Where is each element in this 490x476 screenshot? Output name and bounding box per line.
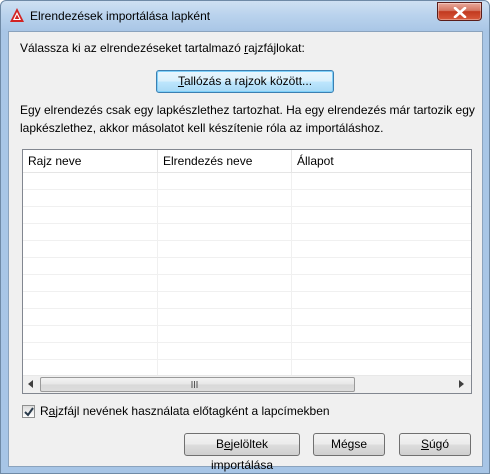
table-row[interactable]: [23, 173, 471, 190]
use-filename-prefix-label[interactable]: Rajzfájl nevének használata előtagként a…: [40, 404, 330, 418]
window-title: Elrendezések importálása lapként: [30, 9, 211, 23]
table-row[interactable]: [23, 343, 471, 360]
table-cell: [23, 173, 158, 190]
column-header-status[interactable]: Állapot: [292, 150, 471, 172]
table-row[interactable]: [23, 207, 471, 224]
table-cell: [292, 275, 471, 292]
horizontal-scrollbar[interactable]: [23, 375, 471, 393]
table-cell: [292, 326, 471, 343]
column-header-layout-name[interactable]: Elrendezés neve: [158, 150, 292, 172]
table-cell: [158, 241, 292, 258]
table-cell: [23, 343, 158, 360]
scroll-left-button[interactable]: [23, 376, 40, 393]
table-cell: [158, 343, 292, 360]
scroll-right-arrow-icon: [459, 380, 464, 388]
table-row[interactable]: [23, 258, 471, 275]
table-row[interactable]: [23, 241, 471, 258]
table-cell: [292, 224, 471, 241]
table-cell: [23, 190, 158, 207]
table-cell: [158, 207, 292, 224]
table-cell: [158, 275, 292, 292]
table-cell: [292, 309, 471, 326]
layouts-listview[interactable]: Rajz neve Elrendezés neve Állapot: [22, 149, 472, 394]
table-cell: [23, 309, 158, 326]
info-text-line1: Egy elrendezés csak egy lapkészlethez ta…: [20, 103, 475, 117]
table-cell: [292, 343, 471, 360]
checkmark-icon: [24, 407, 34, 417]
table-cell: [158, 190, 292, 207]
import-checked-button[interactable]: Bejelöltek importálása: [184, 433, 300, 472]
close-button[interactable]: [437, 2, 482, 21]
listview-header: Rajz neve Elrendezés neve Állapot: [23, 150, 471, 173]
table-cell: [158, 173, 292, 190]
dialog-window: Elrendezések importálása lapként Válassz…: [0, 0, 490, 474]
select-drawings-label: Válassza ki az elrendezéseket tartalmazó…: [20, 41, 305, 55]
table-cell: [23, 326, 158, 343]
column-header-drawing-name[interactable]: Rajz neve: [23, 150, 158, 172]
table-cell: [23, 292, 158, 309]
table-row[interactable]: [23, 309, 471, 326]
table-row[interactable]: [23, 224, 471, 241]
table-cell: [158, 326, 292, 343]
close-icon: [453, 7, 467, 18]
info-text-line2: lapkészlethez, akkor másolatot kell kész…: [20, 121, 384, 135]
table-cell: [23, 258, 158, 275]
table-cell: [292, 190, 471, 207]
scroll-grip-icon: [191, 381, 198, 388]
autocad-logo-icon: [10, 8, 24, 22]
scroll-left-arrow-icon: [28, 380, 33, 388]
table-cell: [292, 292, 471, 309]
help-button[interactable]: Súgó: [399, 433, 471, 456]
table-cell: [292, 258, 471, 275]
table-row[interactable]: [23, 292, 471, 309]
table-cell: [23, 224, 158, 241]
table-row[interactable]: [23, 326, 471, 343]
table-cell: [292, 173, 471, 190]
table-cell: [23, 241, 158, 258]
dialog-client-area: Válassza ki az elrendezéseket tartalmazó…: [8, 31, 483, 472]
listview-body[interactable]: [23, 173, 471, 377]
scrollbar-thumb[interactable]: [40, 377, 355, 392]
browse-drawings-button[interactable]: Tallózás a rajzok között...: [156, 70, 334, 93]
scroll-right-button[interactable]: [454, 376, 471, 393]
table-cell: [23, 207, 158, 224]
table-cell: [292, 207, 471, 224]
table-cell: [158, 292, 292, 309]
title-bar[interactable]: Elrendezések importálása lapként: [1, 1, 489, 31]
cancel-button[interactable]: Mégse: [313, 433, 385, 456]
table-cell: [158, 258, 292, 275]
table-cell: [158, 309, 292, 326]
table-row[interactable]: [23, 190, 471, 207]
table-cell: [292, 241, 471, 258]
table-cell: [23, 275, 158, 292]
table-cell: [158, 224, 292, 241]
table-row[interactable]: [23, 275, 471, 292]
use-filename-prefix-checkbox[interactable]: [22, 405, 35, 418]
